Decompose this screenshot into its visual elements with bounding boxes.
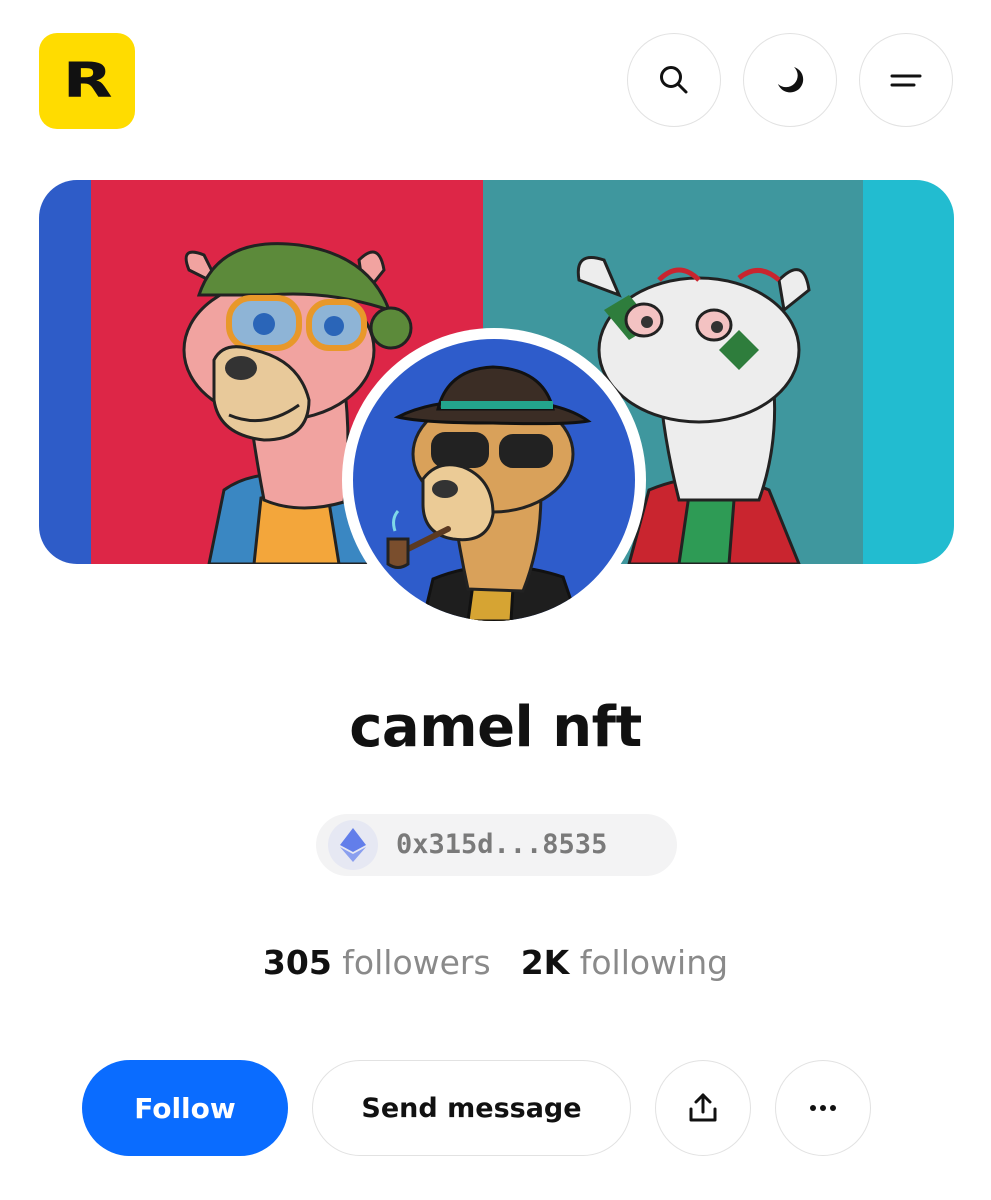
camel-nft-avatar-artwork <box>353 339 635 621</box>
logo-letter: R <box>62 53 113 109</box>
ethereum-icon <box>328 820 378 870</box>
profile-name: camel nft <box>349 695 642 760</box>
moon-icon <box>778 67 804 93</box>
menu-button[interactable] <box>859 33 953 127</box>
share-button[interactable] <box>655 1060 751 1156</box>
app-logo[interactable]: R <box>39 33 135 129</box>
following-label: following <box>579 943 729 982</box>
menu-icon <box>890 74 922 87</box>
search-button[interactable] <box>627 33 721 127</box>
more-icon <box>810 1105 836 1111</box>
share-icon <box>689 1093 717 1122</box>
follow-button[interactable]: Follow <box>82 1060 288 1156</box>
theme-toggle-button[interactable] <box>743 33 837 127</box>
followers-link[interactable]: 305 followers <box>263 943 491 982</box>
banner-panel-cyan <box>863 180 954 564</box>
more-options-button[interactable] <box>775 1060 871 1156</box>
following-link[interactable]: 2K following <box>521 943 728 982</box>
avatar[interactable] <box>353 339 635 621</box>
followers-label: followers <box>342 943 491 982</box>
following-count: 2K <box>520 943 570 982</box>
wallet-address-pill[interactable]: 0x315d...8535 <box>316 814 677 876</box>
search-icon <box>660 66 688 94</box>
banner-panel-blue <box>39 180 91 564</box>
send-message-button[interactable]: Send message <box>312 1060 631 1156</box>
followers-count: 305 <box>262 943 332 982</box>
wallet-address: 0x315d...8535 <box>396 829 608 860</box>
follow-stats: 305 followers 2K following <box>0 943 991 982</box>
